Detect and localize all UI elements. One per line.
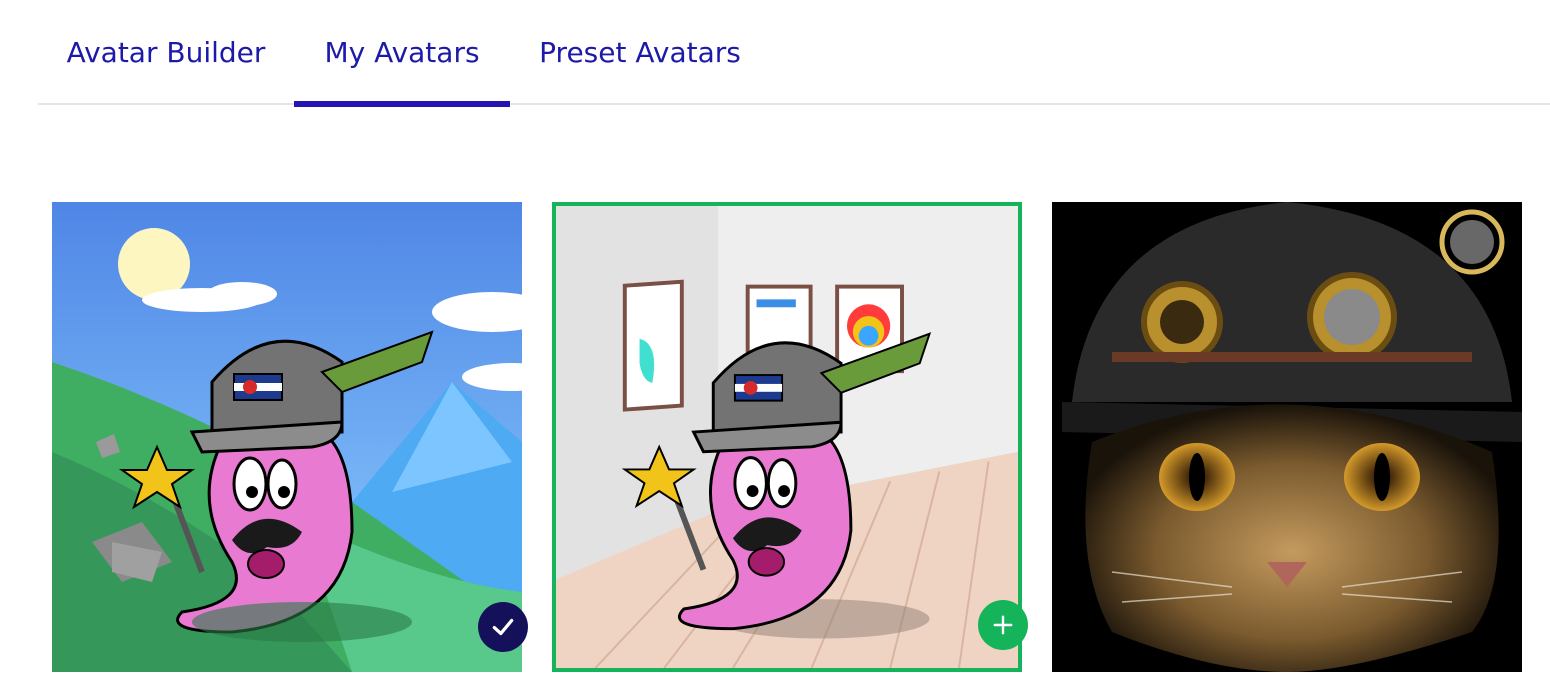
add-avatar-badge[interactable] bbox=[978, 600, 1028, 650]
avatar-image-cat bbox=[1052, 202, 1522, 672]
tab-preset-avatars[interactable]: Preset Avatars bbox=[510, 0, 770, 105]
avatar-card-3[interactable] bbox=[1052, 202, 1522, 672]
avatar-card-2[interactable] bbox=[552, 202, 1022, 672]
selected-check-badge[interactable] bbox=[478, 602, 528, 652]
tab-bar: Avatar Builder My Avatars Preset Avatars bbox=[38, 0, 1550, 107]
check-icon bbox=[492, 618, 514, 636]
avatar-image-outdoor bbox=[52, 202, 522, 672]
avatar-image-indoor bbox=[556, 206, 1018, 668]
plus-icon bbox=[993, 615, 1013, 635]
avatar-card-1[interactable] bbox=[52, 202, 522, 672]
tab-avatar-builder[interactable]: Avatar Builder bbox=[38, 0, 294, 105]
tab-my-avatars[interactable]: My Avatars bbox=[294, 0, 510, 107]
